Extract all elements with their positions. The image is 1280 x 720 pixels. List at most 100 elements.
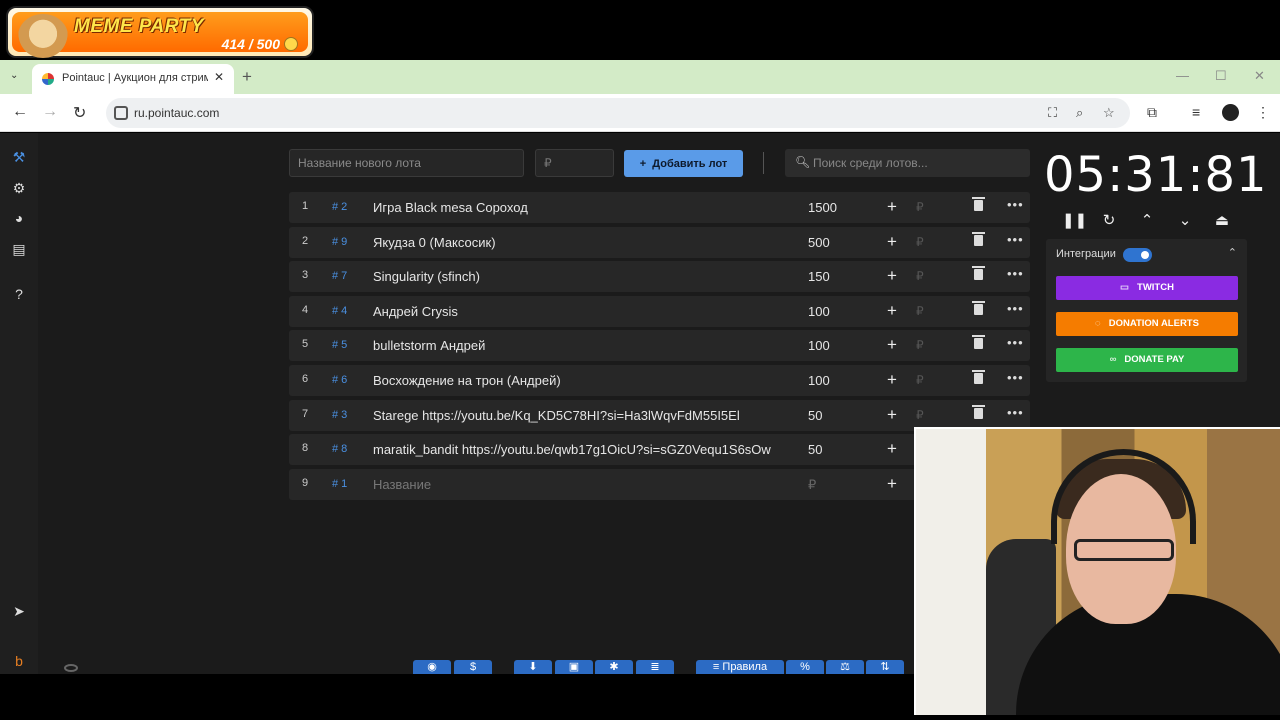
- lot-id[interactable]: # 8: [332, 443, 347, 455]
- balance-button[interactable]: ⚖: [826, 660, 864, 674]
- add-time-icon[interactable]: ⌃: [1138, 211, 1156, 229]
- lot-search-input[interactable]: [813, 151, 1023, 175]
- pause-icon[interactable]: ❚❚: [1062, 211, 1087, 229]
- donate-pay-button[interactable]: ∞ DONATE PAY: [1056, 348, 1238, 372]
- lot-amount[interactable]: 100: [808, 373, 830, 388]
- more-options-icon[interactable]: •••: [1007, 232, 1024, 247]
- sort-button[interactable]: ⇅: [866, 660, 904, 674]
- lot-name[interactable]: maratik_bandit https://youtu.be/qwb17g1O…: [373, 442, 771, 457]
- lot-row[interactable]: 3 # 7 Singularity (sfinch) 150 + ₽ •••: [289, 261, 1030, 293]
- browser-tab[interactable]: Pointauc | Аукцион для стримеров ✕: [32, 64, 234, 94]
- delete-lot-icon[interactable]: [972, 335, 985, 350]
- more-options-icon[interactable]: •••: [1007, 405, 1024, 420]
- lot-amount[interactable]: 50: [808, 442, 822, 457]
- dollar-button[interactable]: $: [454, 660, 492, 674]
- donation-alerts-button[interactable]: ◌ DONATION ALERTS: [1056, 312, 1238, 336]
- zoom-icon[interactable]: ⌕: [1076, 105, 1083, 121]
- add-amount-icon[interactable]: +: [887, 439, 897, 459]
- lot-id[interactable]: # 9: [332, 236, 347, 248]
- rules-button[interactable]: ≡ Правила: [696, 660, 784, 674]
- save-button[interactable]: ▣: [555, 660, 593, 674]
- clear-button[interactable]: ≣: [636, 660, 674, 674]
- lot-id[interactable]: # 1: [332, 478, 347, 490]
- chevron-up-icon[interactable]: ⌃: [1228, 246, 1237, 259]
- lot-id[interactable]: # 7: [332, 270, 347, 282]
- lot-amount[interactable]: 100: [808, 304, 830, 319]
- back-icon[interactable]: ←: [12, 103, 28, 121]
- subtract-time-icon[interactable]: ⌄: [1176, 211, 1194, 229]
- add-amount-icon[interactable]: +: [887, 232, 897, 252]
- github-button[interactable]: ◉: [413, 660, 451, 674]
- lot-id[interactable]: # 6: [332, 374, 347, 386]
- add-lot-button[interactable]: + Добавить лот: [624, 150, 743, 177]
- lot-amount[interactable]: 100: [808, 338, 830, 353]
- telegram-icon[interactable]: ➤: [11, 603, 27, 619]
- settings-gear-icon[interactable]: ⚙: [11, 180, 27, 196]
- lot-name[interactable]: bulletstorm Андрей: [373, 338, 485, 353]
- more-options-icon[interactable]: •••: [1007, 335, 1024, 350]
- tab-close-icon[interactable]: ✕: [214, 70, 224, 84]
- lot-row[interactable]: 7 # 3 Starege https://youtu.be/Kq_KD5C78HI…: [289, 399, 1030, 431]
- delete-lot-icon[interactable]: [972, 404, 985, 419]
- lot-name[interactable]: Игра Black mesa Сороход: [373, 200, 528, 215]
- integrations-toggle[interactable]: [1123, 248, 1152, 262]
- site-info-icon[interactable]: [114, 106, 128, 120]
- new-lot-name-input[interactable]: [289, 149, 524, 177]
- minimize-icon[interactable]: —: [1176, 68, 1189, 83]
- lot-amount[interactable]: 150: [808, 269, 830, 284]
- add-amount-icon[interactable]: +: [887, 266, 897, 286]
- reset-timer-icon[interactable]: ↻: [1100, 211, 1118, 229]
- delete-lot-icon[interactable]: [972, 369, 985, 384]
- more-options-icon[interactable]: •••: [1007, 197, 1024, 212]
- lot-amount[interactable]: ₽: [808, 477, 816, 493]
- auction-gavel-icon[interactable]: ⚒: [11, 149, 27, 165]
- more-options-icon[interactable]: •••: [1007, 266, 1024, 281]
- bookmark-star-icon[interactable]: ☆: [1103, 105, 1115, 121]
- lot-id[interactable]: # 2: [332, 201, 347, 213]
- twitch-button[interactable]: ▭ TWITCH: [1056, 276, 1238, 300]
- new-tab-icon[interactable]: +: [242, 67, 252, 87]
- add-amount-icon[interactable]: +: [887, 370, 897, 390]
- delete-lot-icon[interactable]: [972, 300, 985, 315]
- add-amount-icon[interactable]: +: [887, 335, 897, 355]
- maximize-icon[interactable]: ☐: [1215, 68, 1227, 84]
- lot-id[interactable]: # 4: [332, 305, 347, 317]
- lot-id[interactable]: # 3: [332, 409, 347, 421]
- lot-amount[interactable]: 500: [808, 235, 830, 250]
- download-button[interactable]: ⬇: [514, 660, 552, 674]
- lot-name[interactable]: Starege https://youtu.be/Kq_KD5C78HI?si=…: [373, 408, 740, 423]
- history-clipboard-icon[interactable]: ▤: [11, 241, 27, 257]
- lot-name[interactable]: Андрей Crysis: [373, 304, 458, 319]
- lot-amount[interactable]: 50: [808, 408, 822, 423]
- lot-name[interactable]: Название: [373, 477, 431, 492]
- lot-name[interactable]: Singularity (sfinch): [373, 269, 480, 284]
- more-options-icon[interactable]: •••: [1007, 301, 1024, 316]
- url-text[interactable]: ru.pointauc.com: [134, 106, 219, 120]
- lot-row[interactable]: 5 # 5 bulletstorm Андрей 100 + ₽ •••: [289, 330, 1030, 362]
- add-amount-icon[interactable]: +: [887, 405, 897, 425]
- bug-button[interactable]: ✱: [595, 660, 633, 674]
- delete-lot-icon[interactable]: [972, 231, 985, 246]
- lot-row[interactable]: 4 # 4 Андрей Crysis 100 + ₽ •••: [289, 295, 1030, 327]
- lot-row[interactable]: 1 # 2 Игра Black mesa Сороход 1500 + ₽ •••: [289, 192, 1030, 223]
- delete-lot-icon[interactable]: [972, 197, 985, 211]
- profile-avatar[interactable]: [1222, 104, 1239, 121]
- translate-icon[interactable]: ⛶: [1048, 105, 1057, 121]
- close-window-icon[interactable]: ✕: [1254, 68, 1265, 84]
- add-amount-icon[interactable]: +: [887, 474, 897, 494]
- browser-menu-icon[interactable]: ⋮: [1256, 104, 1270, 121]
- lot-row[interactable]: 6 # 6 Восхождение на трон (Андрей) 100 + ₽ •••: [289, 364, 1030, 396]
- add-amount-icon[interactable]: +: [887, 301, 897, 321]
- eye-icon[interactable]: [64, 664, 78, 672]
- address-bar[interactable]: ru.pointauc.com ⛶ ⌕ ☆: [106, 98, 1130, 128]
- more-options-icon[interactable]: •••: [1007, 370, 1024, 385]
- media-control-icon[interactable]: ≡: [1192, 104, 1200, 120]
- extensions-icon[interactable]: ⧉: [1147, 104, 1157, 121]
- lot-amount[interactable]: 1500: [808, 200, 837, 215]
- delete-lot-icon[interactable]: [972, 266, 985, 281]
- help-icon[interactable]: ?: [11, 286, 27, 302]
- lot-name[interactable]: Восхождение на трон (Андрей): [373, 373, 561, 388]
- lot-search[interactable]: 🔍︎: [785, 149, 1030, 177]
- reload-icon[interactable]: ↻: [73, 103, 86, 123]
- double-up-icon[interactable]: ⏏: [1213, 211, 1231, 229]
